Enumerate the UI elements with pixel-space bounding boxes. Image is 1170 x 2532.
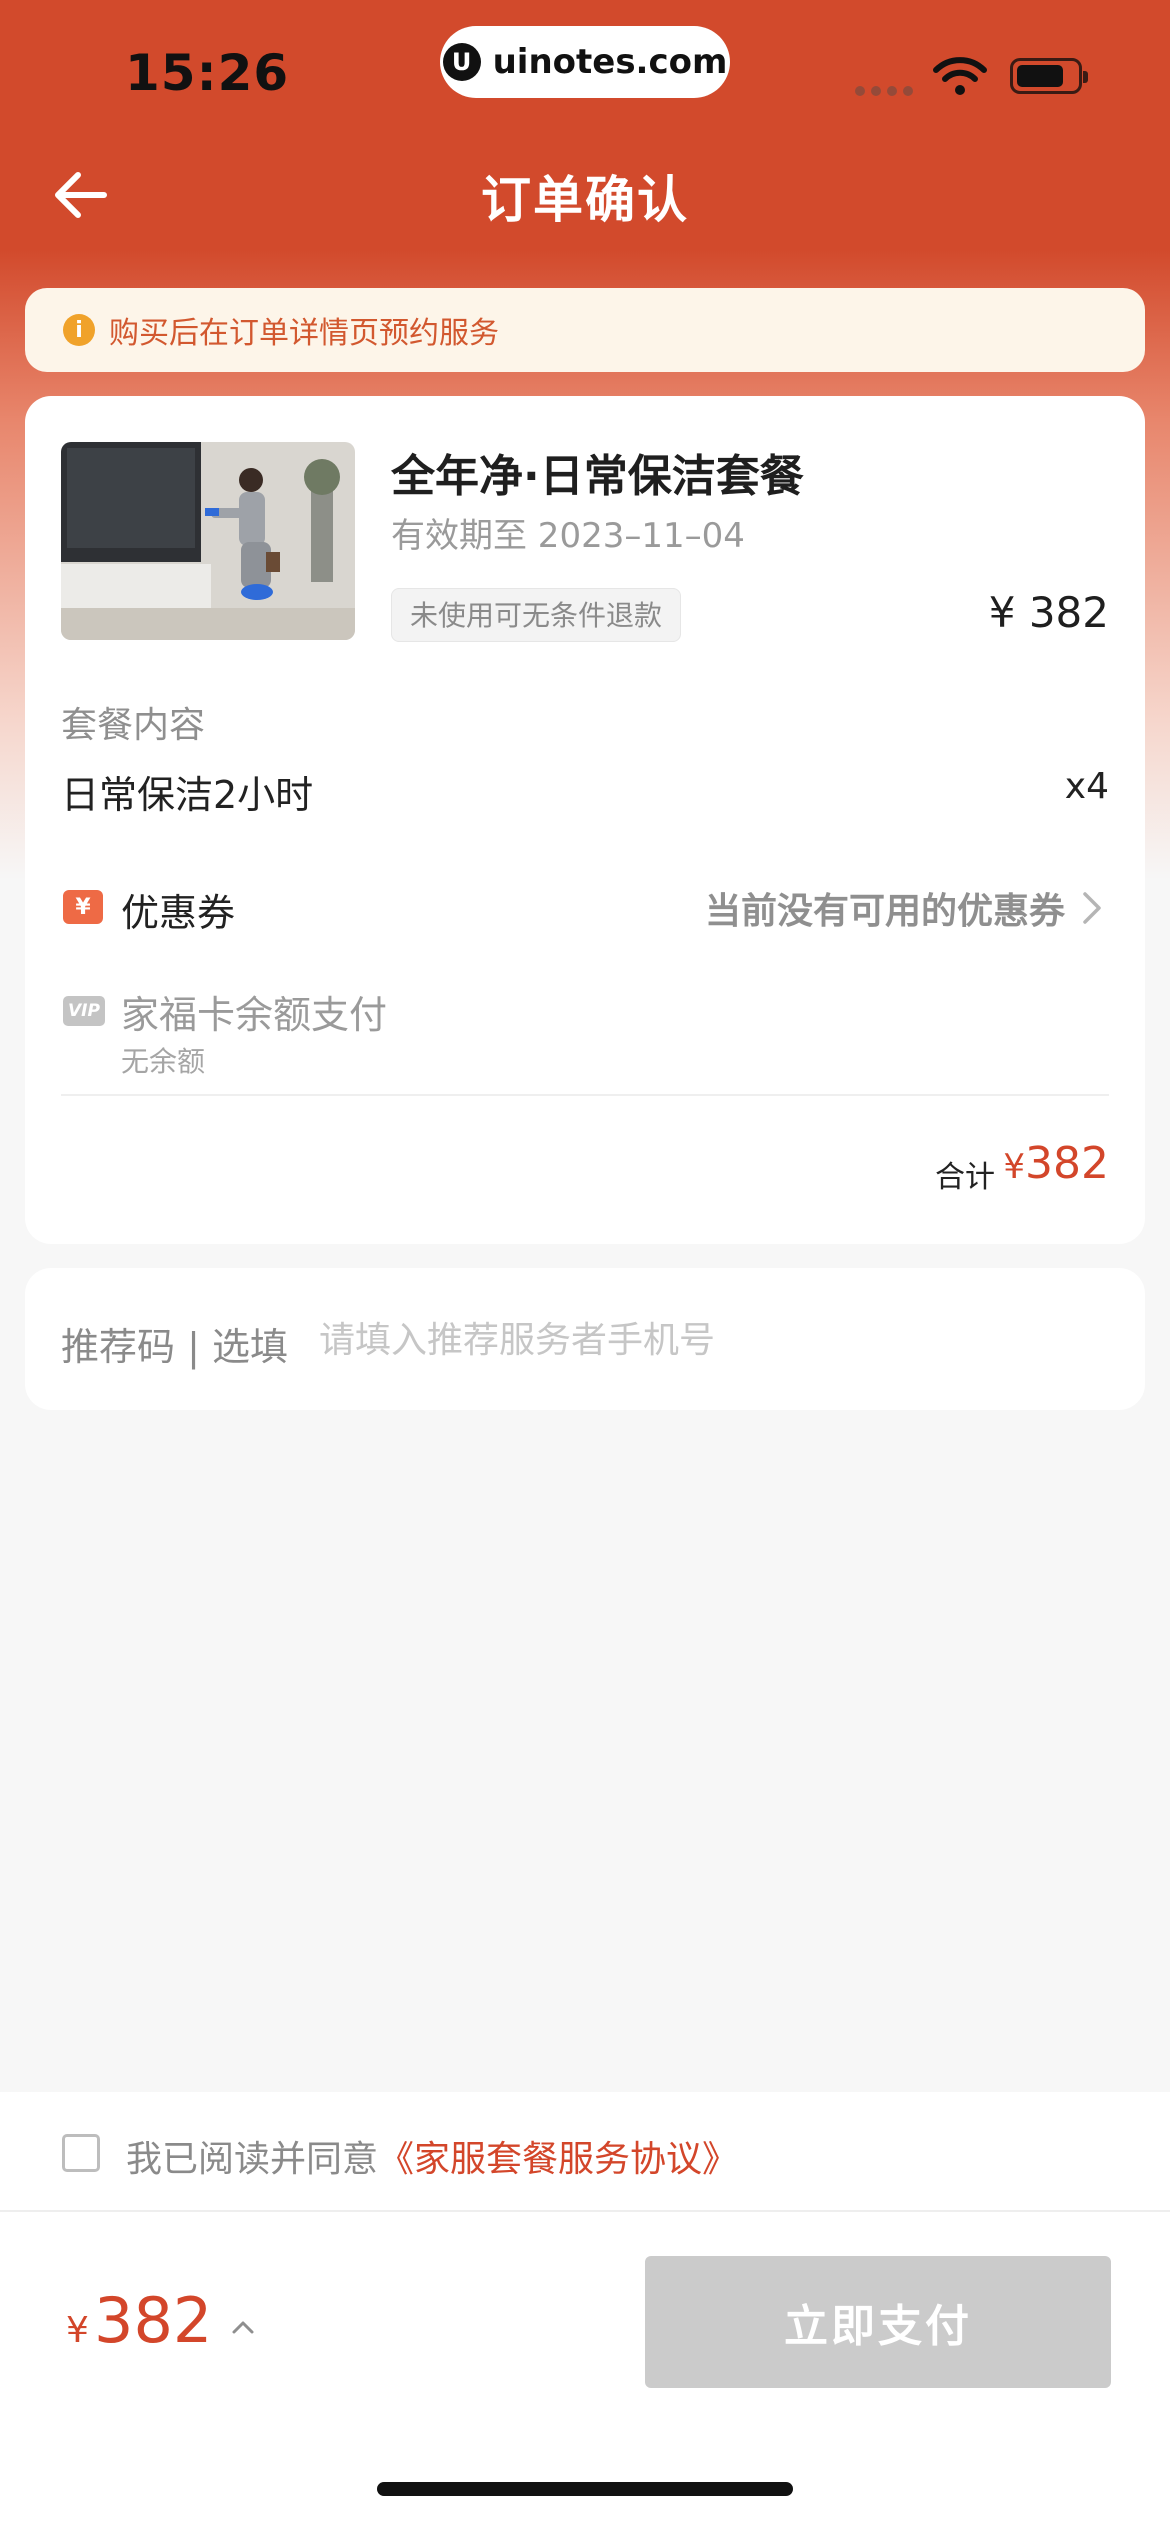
package-quantity: x4 <box>1064 766 1109 807</box>
home-indicator <box>377 2482 793 2496</box>
order-card: 全年净·日常保洁套餐 有效期至 2023–11–04 未使用可无条件退款 ¥ 3… <box>25 396 1145 1244</box>
status-time: 15:26 <box>125 44 290 102</box>
site-logo-icon: U <box>442 43 481 81</box>
bottom-pay-bar: ¥ 382 立即支付 <box>0 2212 1170 2532</box>
page-title: 订单确认 <box>481 171 689 229</box>
total-amount: ¥382 <box>1003 1138 1109 1189</box>
agreement-text: 我已阅读并同意《家服套餐服务协议》 <box>126 2130 738 2182</box>
pay-amount: 382 <box>94 2284 213 2357</box>
package-label: 套餐内容 <box>61 705 206 746</box>
agreement-prefix: 我已阅读并同意 <box>126 2139 379 2180</box>
pay-currency: ¥ <box>66 2310 89 2351</box>
booking-notice: i 购买后在订单详情页预约服务 <box>25 288 1145 372</box>
order-confirm-page: 15:26 U uinotes.com 订单确认 i 购买后在订单详情页预约服务 <box>0 0 1170 2532</box>
wifi-icon <box>933 57 987 95</box>
chevron-up-icon[interactable] <box>230 2318 256 2336</box>
refund-tag: 未使用可无条件退款 <box>391 588 682 642</box>
signal-icon <box>855 86 913 96</box>
info-icon: i <box>63 314 95 346</box>
url-text: uinotes.com <box>492 42 728 82</box>
referral-phone-input[interactable] <box>317 1304 1101 1376</box>
chevron-right-icon[interactable] <box>1079 888 1105 928</box>
total-currency: ¥ <box>1003 1147 1026 1187</box>
validity-date: 有效期至 2023–11–04 <box>391 516 745 556</box>
card-balance-status: 无余额 <box>121 1045 206 1078</box>
package-item: 日常保洁2小时 <box>61 773 314 817</box>
agreement-bar: 我已阅读并同意《家服套餐服务协议》 <box>0 2092 1170 2212</box>
notice-text: 购买后在订单详情页预约服务 <box>109 316 499 351</box>
coupon-value[interactable]: 当前没有可用的优惠券 <box>705 882 1065 934</box>
product-price: ¥ 382 <box>988 588 1109 637</box>
battery-icon <box>1010 58 1088 94</box>
vip-icon: VIP <box>63 996 105 1026</box>
total-value: 382 <box>1025 1138 1109 1189</box>
agreement-link[interactable]: 《家服套餐服务协议》 <box>378 2139 738 2180</box>
card-balance-label: 家福卡余额支付 <box>121 993 388 1037</box>
referral-label: 推荐码 | 选填 <box>61 1325 288 1369</box>
divider <box>61 1094 1109 1096</box>
product-thumbnail[interactable] <box>61 442 355 640</box>
pay-now-button[interactable]: 立即支付 <box>645 2256 1111 2388</box>
total-label: 合计 <box>935 1160 995 1195</box>
agreement-checkbox[interactable] <box>62 2134 100 2172</box>
url-pill[interactable]: U uinotes.com <box>440 26 730 98</box>
referral-card: 推荐码 | 选填 <box>25 1268 1145 1410</box>
product-title: 全年净·日常保洁套餐 <box>391 451 804 502</box>
coupon-label[interactable]: 优惠券 <box>121 882 235 937</box>
pay-total[interactable]: ¥ 382 <box>66 2284 212 2357</box>
coupon-icon: ¥ <box>63 890 103 924</box>
